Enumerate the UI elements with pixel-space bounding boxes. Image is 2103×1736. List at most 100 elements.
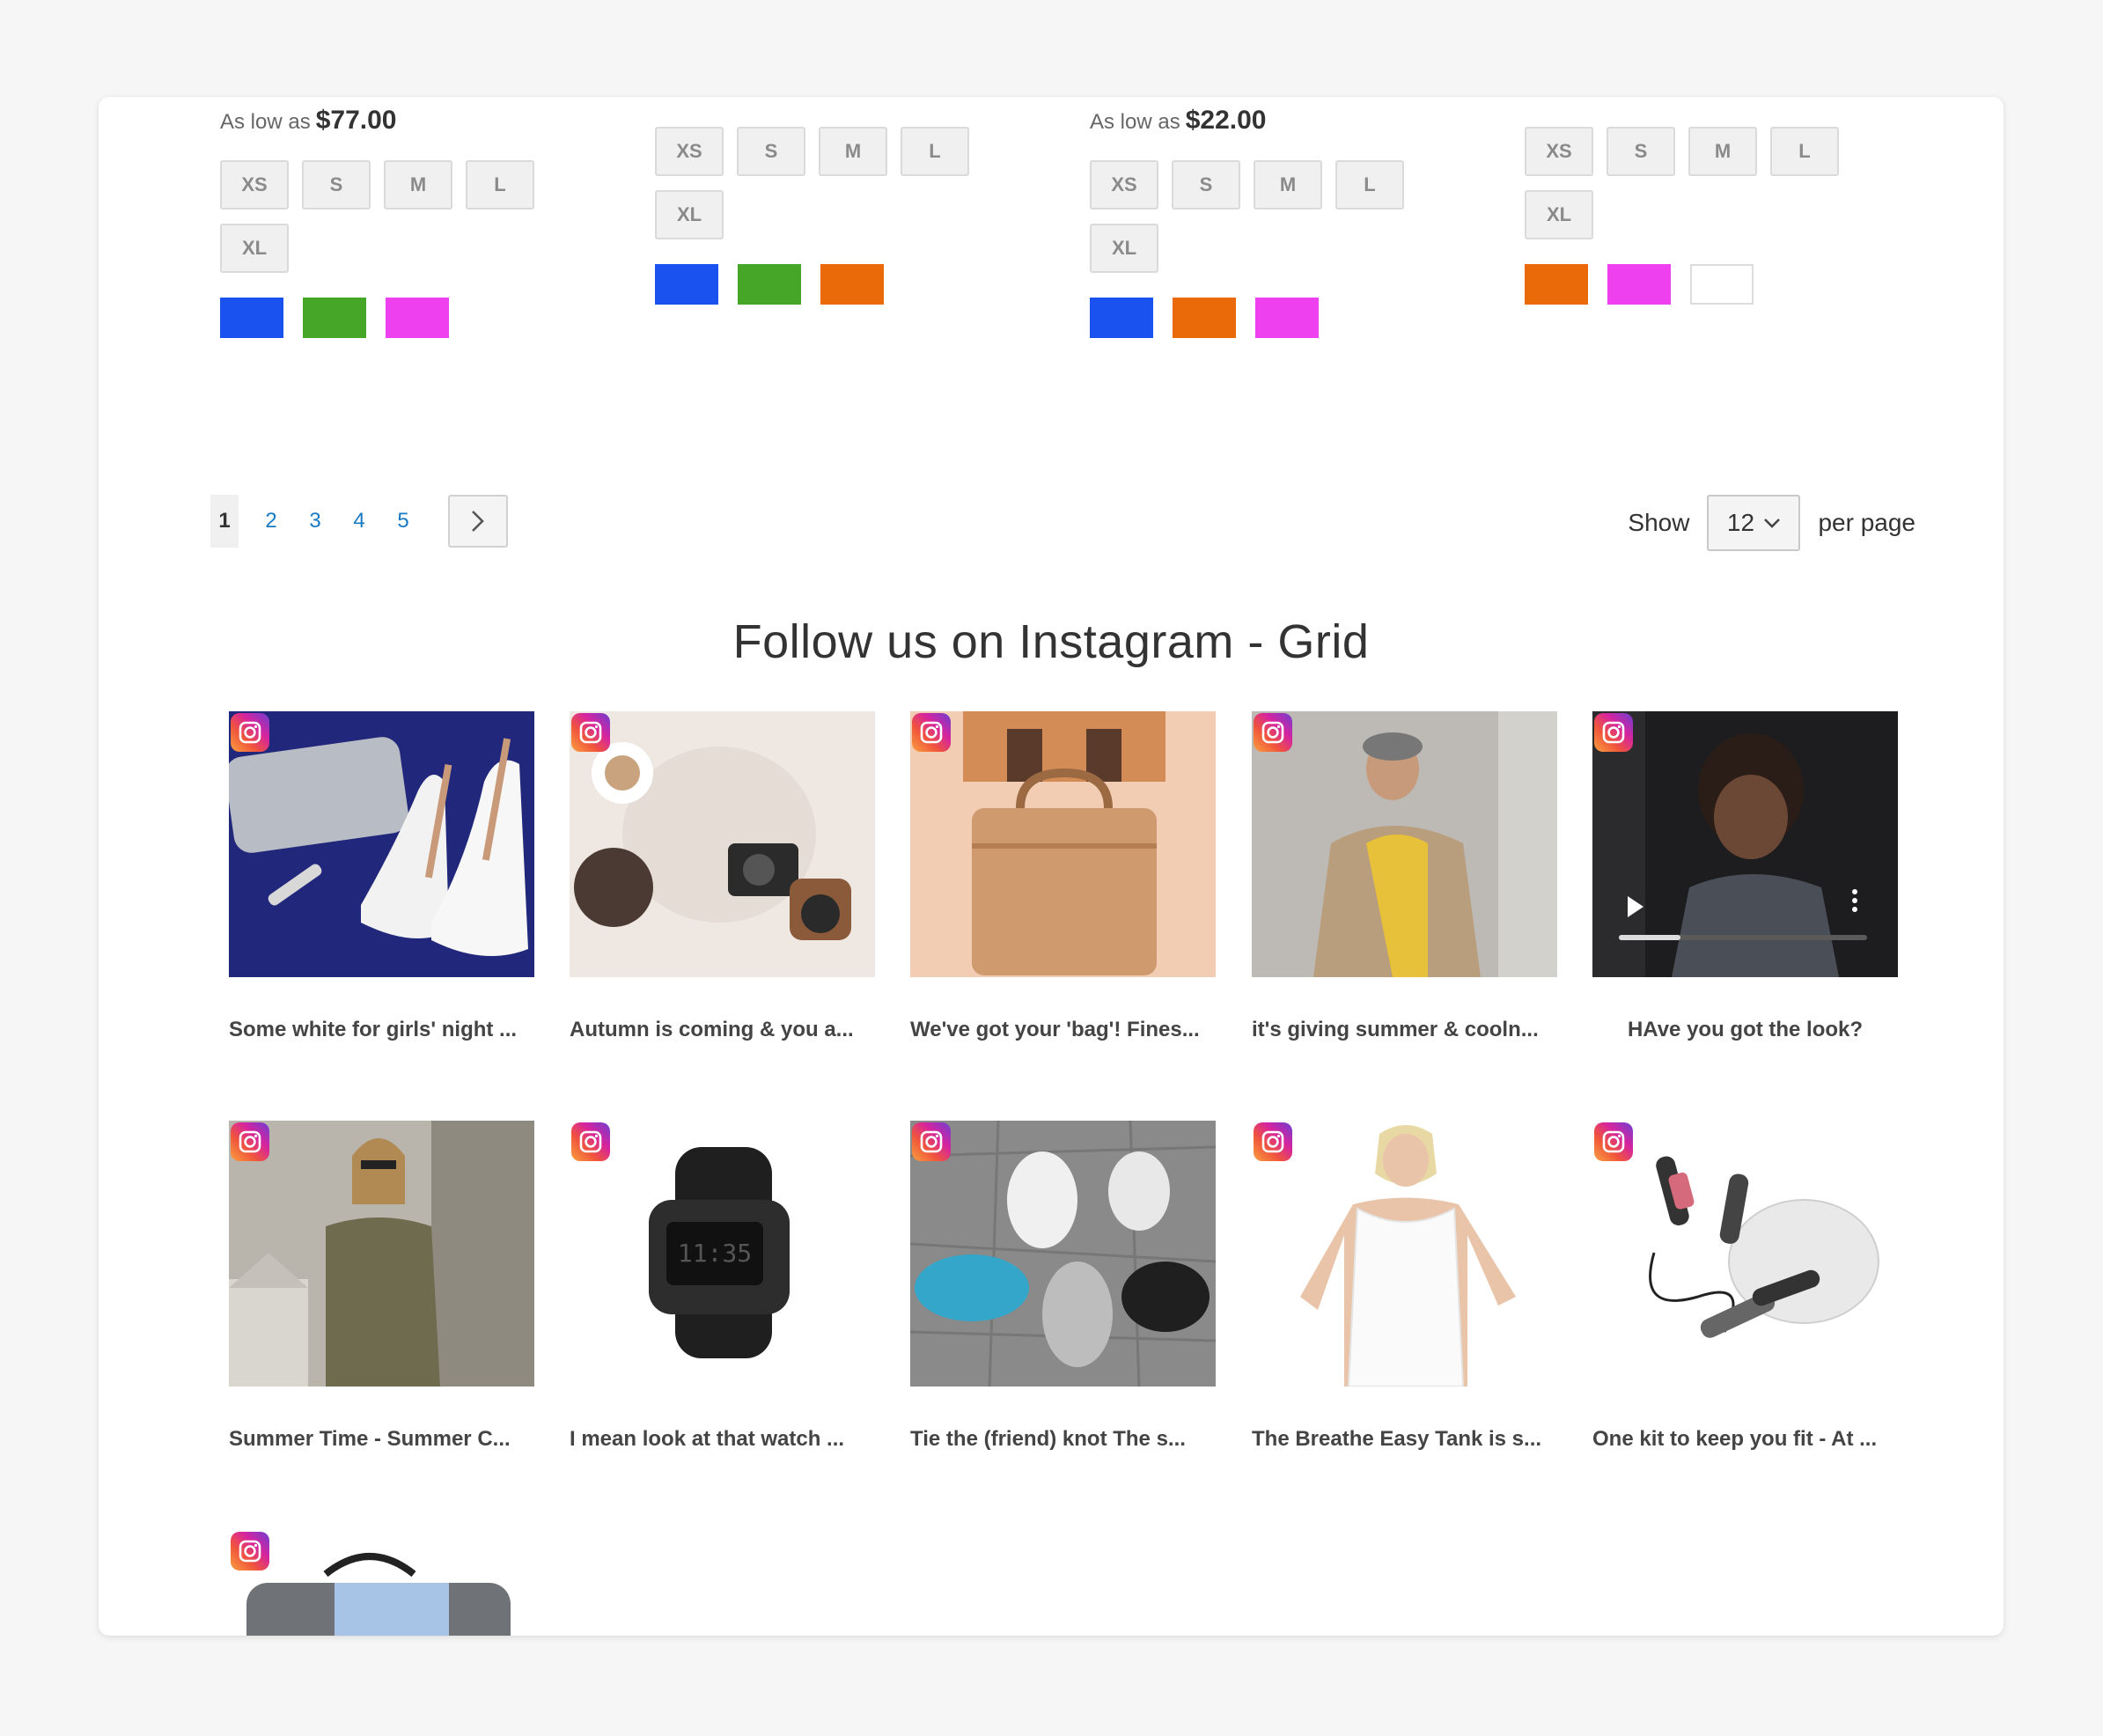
instagram-post-image[interactable] <box>1592 711 1898 977</box>
instagram-post[interactable]: Some white for girls' night ... <box>229 711 534 1042</box>
instagram-post-image[interactable] <box>229 1121 534 1387</box>
instagram-post[interactable]: HAve you got the look? <box>1592 711 1898 1042</box>
instagram-post-image[interactable] <box>910 711 1216 977</box>
instagram-post-caption[interactable]: Some white for girls' night ... <box>229 1018 534 1042</box>
color-swatch[interactable] <box>1690 264 1754 305</box>
instagram-post-image[interactable] <box>1592 1121 1898 1387</box>
instagram-post[interactable]: it's giving summer & cooln... <box>1252 711 1557 1042</box>
size-option[interactable]: L <box>1770 127 1839 176</box>
instagram-post-caption[interactable]: Autumn is coming & you a... <box>570 1018 875 1042</box>
page-link[interactable]: 2 <box>249 509 293 533</box>
instagram-post-image[interactable] <box>229 1530 534 1636</box>
price-value: $22.00 <box>1185 106 1267 135</box>
instagram-icon <box>231 1532 269 1570</box>
page-link[interactable]: 3 <box>293 509 337 533</box>
instagram-icon <box>231 713 269 752</box>
instagram-post[interactable]: One kit to keep you fit - At ... <box>1592 1121 1898 1452</box>
instagram-post[interactable]: We've got your 'bag'! Fines... <box>910 711 1216 1042</box>
svg-text:11:35: 11:35 <box>678 1239 752 1268</box>
instagram-icon <box>231 1122 269 1161</box>
color-swatch[interactable] <box>220 298 283 338</box>
size-option[interactable]: M <box>384 160 452 210</box>
instagram-icon <box>1594 1122 1633 1161</box>
color-options <box>655 264 1007 305</box>
size-option[interactable]: XL <box>1525 190 1593 239</box>
product-item: XS S M L XL <box>1525 127 1877 305</box>
size-option[interactable]: S <box>1172 160 1240 210</box>
per-page-value: 12 <box>1726 509 1755 536</box>
size-option[interactable]: M <box>819 127 887 176</box>
instagram-post[interactable]: Autumn is coming & you a... <box>570 711 875 1042</box>
instagram-post-image[interactable] <box>570 711 875 977</box>
color-options <box>1090 298 1442 338</box>
next-page-button[interactable] <box>448 495 508 548</box>
instagram-post[interactable]: Summer Time - Summer C... <box>229 1121 534 1452</box>
instagram-post-caption[interactable]: it's giving summer & cooln... <box>1252 1018 1557 1042</box>
size-option[interactable]: M <box>1254 160 1322 210</box>
per-page-select[interactable]: 12 <box>1707 495 1801 551</box>
instagram-post-image[interactable] <box>229 711 534 977</box>
price-prefix: As low as <box>1090 110 1180 134</box>
instagram-icon <box>912 1122 951 1161</box>
instagram-icon <box>912 713 951 752</box>
size-option[interactable]: XS <box>1525 127 1593 176</box>
chevron-right-icon <box>472 511 484 532</box>
per-page-limiter: Show 12 per page <box>1628 495 1915 551</box>
size-option[interactable]: XS <box>220 160 289 210</box>
size-options: XS S M L XL <box>220 160 572 273</box>
size-option[interactable]: XL <box>1090 224 1158 273</box>
instagram-post[interactable]: Tie the (friend) knot The s... <box>910 1121 1216 1452</box>
instagram-post-caption[interactable]: HAve you got the look? <box>1592 1018 1898 1042</box>
instagram-icon <box>1594 713 1633 752</box>
page-link[interactable]: 5 <box>381 509 425 533</box>
price-value: $77.00 <box>315 106 397 135</box>
size-option[interactable]: S <box>1607 127 1675 176</box>
color-swatch[interactable] <box>1525 264 1588 305</box>
product-item: XS S M L XL <box>655 127 1007 305</box>
size-option[interactable]: XS <box>655 127 724 176</box>
color-swatch[interactable] <box>1255 298 1319 338</box>
size-option[interactable]: L <box>466 160 534 210</box>
instagram-post-caption[interactable]: The Breathe Easy Tank is s... <box>1252 1427 1557 1452</box>
instagram-icon <box>571 1122 610 1161</box>
size-option[interactable]: XL <box>655 190 724 239</box>
instagram-icon <box>1254 1122 1292 1161</box>
instagram-post[interactable]: The Breathe Easy Tank is s... <box>1252 1121 1557 1452</box>
pagination: 1 2 3 4 5 <box>210 495 508 548</box>
instagram-icon <box>571 713 610 752</box>
instagram-icon <box>1254 713 1292 752</box>
color-swatch[interactable] <box>303 298 366 338</box>
color-swatch[interactable] <box>1607 264 1671 305</box>
color-swatch[interactable] <box>1090 298 1153 338</box>
instagram-post-image[interactable] <box>1252 711 1557 977</box>
size-option[interactable]: L <box>1335 160 1404 210</box>
instagram-post-image[interactable] <box>1252 1121 1557 1387</box>
instagram-post-image[interactable]: 11:35 <box>570 1121 875 1387</box>
size-option[interactable]: S <box>737 127 805 176</box>
page-link[interactable]: 4 <box>337 509 381 533</box>
content-card: As low as$77.00 XS S M L XL XS S M L XL <box>99 97 2004 1636</box>
instagram-post-caption[interactable]: Tie the (friend) knot The s... <box>910 1427 1216 1452</box>
size-option[interactable]: XS <box>1090 160 1158 210</box>
size-option[interactable]: XL <box>220 224 289 273</box>
color-swatch[interactable] <box>738 264 801 305</box>
price-prefix: As low as <box>220 110 311 134</box>
color-swatch[interactable] <box>1173 298 1236 338</box>
instagram-post-caption[interactable]: One kit to keep you fit - At ... <box>1592 1427 1898 1452</box>
size-options: XS S M L XL <box>1525 127 1877 239</box>
color-swatch[interactable] <box>820 264 884 305</box>
instagram-post-image[interactable] <box>910 1121 1216 1387</box>
show-label: Show <box>1628 509 1690 536</box>
size-option[interactable]: M <box>1688 127 1757 176</box>
size-option[interactable]: S <box>302 160 371 210</box>
color-swatch[interactable] <box>386 298 449 338</box>
price-box: As low as $77.00 <box>220 106 572 137</box>
product-item: As low as $77.00 XS S M L XL <box>220 106 572 338</box>
color-swatch[interactable] <box>655 264 718 305</box>
size-option[interactable]: L <box>901 127 969 176</box>
instagram-post-caption[interactable]: We've got your 'bag'! Fines... <box>910 1018 1216 1042</box>
instagram-post-caption[interactable]: I mean look at that watch ... <box>570 1427 875 1452</box>
instagram-post[interactable]: 11:35 I mean look at that watch ... <box>570 1121 875 1452</box>
instagram-post[interactable] <box>229 1530 534 1636</box>
instagram-post-caption[interactable]: Summer Time - Summer C... <box>229 1427 534 1452</box>
